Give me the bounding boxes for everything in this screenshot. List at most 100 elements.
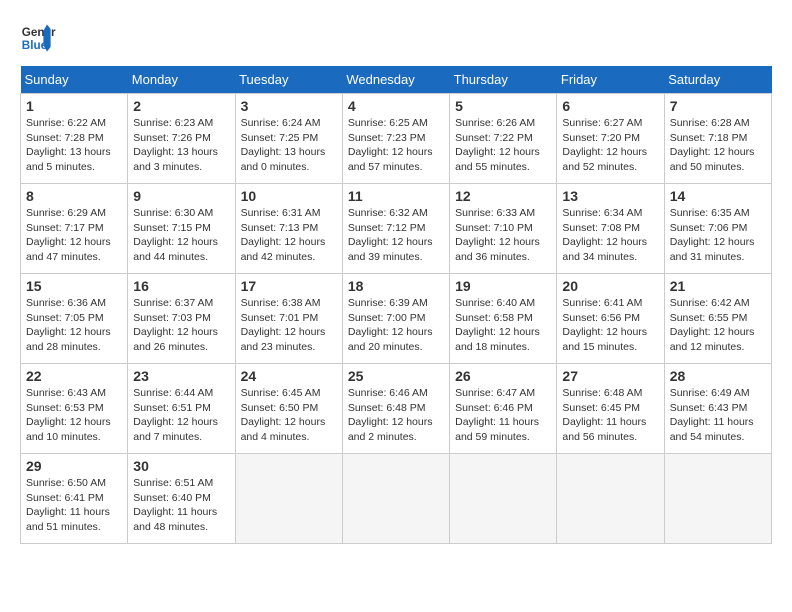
day-info: Sunrise: 6:49 AM Sunset: 6:43 PM Dayligh… xyxy=(670,386,766,445)
calendar-cell: 5 Sunrise: 6:26 AM Sunset: 7:22 PM Daylig… xyxy=(450,94,557,184)
header-thursday: Thursday xyxy=(450,66,557,94)
day-info: Sunrise: 6:44 AM Sunset: 6:51 PM Dayligh… xyxy=(133,386,229,445)
header-row: SundayMondayTuesdayWednesdayThursdayFrid… xyxy=(21,66,772,94)
day-number: 14 xyxy=(670,188,766,204)
calendar-cell: 11 Sunrise: 6:32 AM Sunset: 7:12 PM Dayli… xyxy=(342,184,449,274)
day-info: Sunrise: 6:25 AM Sunset: 7:23 PM Dayligh… xyxy=(348,116,444,175)
calendar-cell: 9 Sunrise: 6:30 AM Sunset: 7:15 PM Daylig… xyxy=(128,184,235,274)
day-info: Sunrise: 6:50 AM Sunset: 6:41 PM Dayligh… xyxy=(26,476,122,535)
calendar-cell: 26 Sunrise: 6:47 AM Sunset: 6:46 PM Dayli… xyxy=(450,364,557,454)
day-info: Sunrise: 6:35 AM Sunset: 7:06 PM Dayligh… xyxy=(670,206,766,265)
header-tuesday: Tuesday xyxy=(235,66,342,94)
calendar-cell: 16 Sunrise: 6:37 AM Sunset: 7:03 PM Dayli… xyxy=(128,274,235,364)
day-number: 5 xyxy=(455,98,551,114)
logo-icon: General Blue xyxy=(20,20,56,56)
calendar-cell: 24Sunrise: 6:45 AM Sunset: 6:50 PM Dayli… xyxy=(235,364,342,454)
calendar-cell xyxy=(557,454,664,544)
day-number: 19 xyxy=(455,278,551,294)
day-info: Sunrise: 6:39 AM Sunset: 7:00 PM Dayligh… xyxy=(348,296,444,355)
day-info: Sunrise: 6:34 AM Sunset: 7:08 PM Dayligh… xyxy=(562,206,658,265)
calendar-cell: 7 Sunrise: 6:28 AM Sunset: 7:18 PM Daylig… xyxy=(664,94,771,184)
day-info: Sunrise: 6:31 AM Sunset: 7:13 PM Dayligh… xyxy=(241,206,337,265)
calendar-cell: 12 Sunrise: 6:33 AM Sunset: 7:10 PM Dayli… xyxy=(450,184,557,274)
calendar-cell: 8 Sunrise: 6:29 AM Sunset: 7:17 PM Daylig… xyxy=(21,184,128,274)
calendar-cell: 27 Sunrise: 6:48 AM Sunset: 6:45 PM Dayli… xyxy=(557,364,664,454)
header-saturday: Saturday xyxy=(664,66,771,94)
calendar-table: SundayMondayTuesdayWednesdayThursdayFrid… xyxy=(20,66,772,544)
calendar-cell: 20 Sunrise: 6:41 AM Sunset: 6:56 PM Dayli… xyxy=(557,274,664,364)
calendar-cell: 4 Sunrise: 6:25 AM Sunset: 7:23 PM Daylig… xyxy=(342,94,449,184)
day-number: 6 xyxy=(562,98,658,114)
day-number: 22 xyxy=(26,368,122,384)
day-info: Sunrise: 6:27 AM Sunset: 7:20 PM Dayligh… xyxy=(562,116,658,175)
day-number: 25 xyxy=(348,368,444,384)
day-info: Sunrise: 6:40 AM Sunset: 6:58 PM Dayligh… xyxy=(455,296,551,355)
day-number: 1 xyxy=(26,98,122,114)
day-info: Sunrise: 6:37 AM Sunset: 7:03 PM Dayligh… xyxy=(133,296,229,355)
day-info: Sunrise: 6:41 AM Sunset: 6:56 PM Dayligh… xyxy=(562,296,658,355)
day-info: Sunrise: 6:48 AM Sunset: 6:45 PM Dayligh… xyxy=(562,386,658,445)
day-number: 7 xyxy=(670,98,766,114)
day-info: Sunrise: 6:24 AM Sunset: 7:25 PM Dayligh… xyxy=(241,116,337,175)
day-number: 30 xyxy=(133,458,229,474)
day-number: 11 xyxy=(348,188,444,204)
day-info: Sunrise: 6:29 AM Sunset: 7:17 PM Dayligh… xyxy=(26,206,122,265)
calendar-cell xyxy=(450,454,557,544)
day-number: 4 xyxy=(348,98,444,114)
day-number: 12 xyxy=(455,188,551,204)
day-info: Sunrise: 6:46 AM Sunset: 6:48 PM Dayligh… xyxy=(348,386,444,445)
day-number: 26 xyxy=(455,368,551,384)
header-wednesday: Wednesday xyxy=(342,66,449,94)
day-number: 27 xyxy=(562,368,658,384)
calendar-cell: 19 Sunrise: 6:40 AM Sunset: 6:58 PM Dayli… xyxy=(450,274,557,364)
header-monday: Monday xyxy=(128,66,235,94)
day-number: 15 xyxy=(26,278,122,294)
calendar-cell xyxy=(235,454,342,544)
day-number: 17 xyxy=(241,278,337,294)
day-number: 18 xyxy=(348,278,444,294)
calendar-cell: 28 Sunrise: 6:49 AM Sunset: 6:43 PM Dayli… xyxy=(664,364,771,454)
day-number: 8 xyxy=(26,188,122,204)
calendar-cell: 29Sunrise: 6:50 AM Sunset: 6:41 PM Dayli… xyxy=(21,454,128,544)
calendar-cell: 10 Sunrise: 6:31 AM Sunset: 7:13 PM Dayli… xyxy=(235,184,342,274)
day-info: Sunrise: 6:33 AM Sunset: 7:10 PM Dayligh… xyxy=(455,206,551,265)
day-info: Sunrise: 6:45 AM Sunset: 6:50 PM Dayligh… xyxy=(241,386,337,445)
calendar-cell: 17 Sunrise: 6:38 AM Sunset: 7:01 PM Dayli… xyxy=(235,274,342,364)
day-info: Sunrise: 6:38 AM Sunset: 7:01 PM Dayligh… xyxy=(241,296,337,355)
calendar-cell: 14 Sunrise: 6:35 AM Sunset: 7:06 PM Dayli… xyxy=(664,184,771,274)
week-row-5: 29Sunrise: 6:50 AM Sunset: 6:41 PM Dayli… xyxy=(21,454,772,544)
day-number: 13 xyxy=(562,188,658,204)
day-number: 10 xyxy=(241,188,337,204)
day-info: Sunrise: 6:30 AM Sunset: 7:15 PM Dayligh… xyxy=(133,206,229,265)
day-info: Sunrise: 6:26 AM Sunset: 7:22 PM Dayligh… xyxy=(455,116,551,175)
day-number: 3 xyxy=(241,98,337,114)
svg-text:General: General xyxy=(22,26,56,39)
day-number: 20 xyxy=(562,278,658,294)
calendar-cell: 6 Sunrise: 6:27 AM Sunset: 7:20 PM Daylig… xyxy=(557,94,664,184)
week-row-1: 1 Sunrise: 6:22 AM Sunset: 7:28 PM Daylig… xyxy=(21,94,772,184)
calendar-cell: 13 Sunrise: 6:34 AM Sunset: 7:08 PM Dayli… xyxy=(557,184,664,274)
day-info: Sunrise: 6:36 AM Sunset: 7:05 PM Dayligh… xyxy=(26,296,122,355)
day-info: Sunrise: 6:22 AM Sunset: 7:28 PM Dayligh… xyxy=(26,116,122,175)
calendar-cell: 2Sunrise: 6:23 AM Sunset: 7:26 PM Daylig… xyxy=(128,94,235,184)
calendar-cell: 18 Sunrise: 6:39 AM Sunset: 7:00 PM Dayli… xyxy=(342,274,449,364)
calendar-cell: 21Sunrise: 6:42 AM Sunset: 6:55 PM Dayli… xyxy=(664,274,771,364)
calendar-cell: 23Sunrise: 6:44 AM Sunset: 6:51 PM Dayli… xyxy=(128,364,235,454)
calendar-cell: 25 Sunrise: 6:46 AM Sunset: 6:48 PM Dayli… xyxy=(342,364,449,454)
calendar-cell: 15 Sunrise: 6:36 AM Sunset: 7:05 PM Dayli… xyxy=(21,274,128,364)
day-info: Sunrise: 6:28 AM Sunset: 7:18 PM Dayligh… xyxy=(670,116,766,175)
day-info: Sunrise: 6:32 AM Sunset: 7:12 PM Dayligh… xyxy=(348,206,444,265)
day-number: 9 xyxy=(133,188,229,204)
day-info: Sunrise: 6:42 AM Sunset: 6:55 PM Dayligh… xyxy=(670,296,766,355)
calendar-cell xyxy=(664,454,771,544)
header-sunday: Sunday xyxy=(21,66,128,94)
calendar-cell: 1 Sunrise: 6:22 AM Sunset: 7:28 PM Daylig… xyxy=(21,94,128,184)
week-row-4: 22 Sunrise: 6:43 AM Sunset: 6:53 PM Dayli… xyxy=(21,364,772,454)
week-row-3: 15 Sunrise: 6:36 AM Sunset: 7:05 PM Dayli… xyxy=(21,274,772,364)
calendar-cell: 22 Sunrise: 6:43 AM Sunset: 6:53 PM Dayli… xyxy=(21,364,128,454)
day-number: 28 xyxy=(670,368,766,384)
day-info: Sunrise: 6:43 AM Sunset: 6:53 PM Dayligh… xyxy=(26,386,122,445)
day-info: Sunrise: 6:23 AM Sunset: 7:26 PM Dayligh… xyxy=(133,116,229,175)
day-number: 16 xyxy=(133,278,229,294)
day-info: Sunrise: 6:47 AM Sunset: 6:46 PM Dayligh… xyxy=(455,386,551,445)
